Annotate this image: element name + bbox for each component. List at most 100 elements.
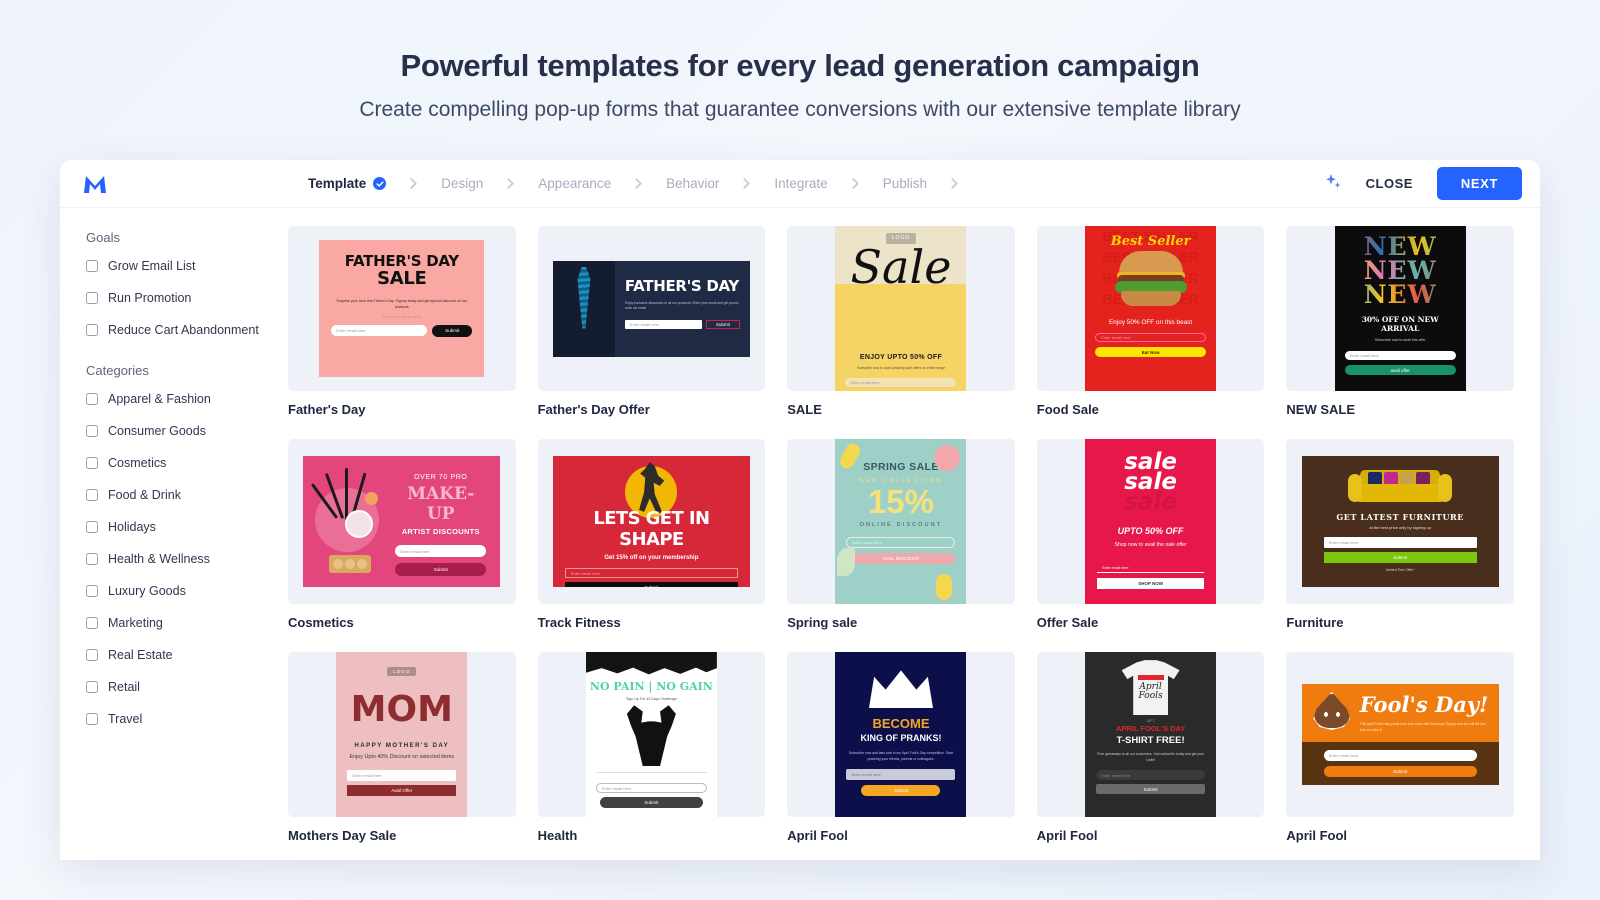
template-card[interactable]: FATHER'S DAY SALE Surprise your hero this … [288, 226, 516, 417]
category-filter-marketing[interactable]: Marketing [86, 616, 278, 630]
checkbox[interactable] [86, 457, 98, 469]
template-card[interactable]: NEW NEW NEW 30% OFF ON NEW ARRIVAL Subscribe… [1286, 226, 1514, 417]
template-thumbnail[interactable]: BECOME KING OF PRANKS! Subscribe now and t… [787, 652, 1015, 817]
goal-filter-run-promotion[interactable]: Run Promotion [86, 291, 278, 305]
template-grid-scroll[interactable]: FATHER'S DAY SALE Surprise your hero this … [278, 208, 1540, 860]
template-card[interactable]: April Fools GIFT APRIL FOOL'S DAY T-SHIRT FR… [1036, 652, 1265, 843]
email-input-preview: Enter email here [846, 769, 956, 781]
brand-logo-icon[interactable] [82, 173, 108, 195]
checkbox[interactable] [86, 393, 98, 405]
filters-sidebar: Goals Grow Email List Run Promotion Reduce… [60, 208, 278, 860]
category-filter-retail[interactable]: Retail [86, 680, 278, 694]
template-line-3: ARTIST DISCOUNTS [401, 527, 480, 536]
wizard-step-design[interactable]: Design [441, 176, 483, 191]
submit-button-preview: Submit [599, 797, 703, 808]
chevron-right-icon [850, 178, 861, 189]
submit-button-preview: Submit [1323, 552, 1477, 563]
email-input-preview: Enter email here [846, 537, 956, 549]
email-input-preview: Enter email here [395, 545, 487, 557]
category-filter-cosmetics[interactable]: Cosmetics [86, 456, 278, 470]
checkbox[interactable] [86, 617, 98, 629]
template-thumbnail[interactable]: LOGO Sale ENJOY UPTO 50% OFF Subscribe now … [787, 226, 1015, 391]
goal-filter-grow-email-list[interactable]: Grow Email List [86, 259, 278, 273]
category-filter-apparel-fashion[interactable]: Apparel & Fashion [86, 392, 278, 406]
checkbox[interactable] [86, 489, 98, 501]
template-thumbnail[interactable]: LOGO MOM HAPPY MOTHER'S DAY Enjoy Upto 40% … [288, 652, 516, 817]
template-thumbnail[interactable]: NEW NEW NEW 30% OFF ON NEW ARRIVAL Subscribe… [1286, 226, 1514, 391]
template-note: Enter your email to unlock [382, 314, 422, 319]
template-headline: Fool's Day! [1359, 692, 1489, 717]
goals-heading: Goals [86, 230, 120, 245]
template-gift-label: GIFT [1146, 719, 1155, 723]
template-card[interactable]: BEST SELLERBEST SELLERBEST SELLERBEST SE… [1036, 226, 1265, 417]
checkbox[interactable] [86, 292, 98, 304]
category-filter-consumer-goods[interactable]: Consumer Goods [86, 424, 278, 438]
category-filter-food-drink[interactable]: Food & Drink [86, 488, 278, 502]
template-card-title: Track Fitness [537, 615, 621, 630]
template-body: Free giveaways to all our customers. Jus… [1097, 752, 1205, 763]
template-card[interactable]: OVER 70 PRO MAKE-UP ARTIST DISCOUNTS Enter … [288, 439, 516, 630]
category-filter-luxury-goods[interactable]: Luxury Goods [86, 584, 278, 598]
wizard-step-behavior[interactable]: Behavior [666, 176, 719, 191]
template-card[interactable]: Fool's Day! This April Fool's day prank y… [1286, 652, 1514, 843]
template-card[interactable]: FATHER'S DAY Enjoy exclusive discounts on… [537, 226, 766, 417]
wizard-step-integrate[interactable]: Integrate [774, 176, 827, 191]
next-button[interactable]: NEXT [1436, 167, 1522, 200]
template-card[interactable]: NO PAIN | NO GAIN Sign Up For 42 Days Cha… [537, 652, 766, 843]
submit-button-preview: Submit [395, 563, 487, 576]
checkbox[interactable] [86, 713, 98, 725]
filter-label: Retail [108, 680, 140, 694]
filter-label: Cosmetics [108, 456, 167, 470]
template-thumbnail[interactable]: GET LATEST FURNITURE at the best price on… [1286, 439, 1514, 604]
email-input-preview: Enter email here [845, 378, 957, 387]
template-thumbnail[interactable]: NO PAIN | NO GAIN Sign Up For 42 Days Cha… [537, 652, 766, 817]
wizard-step-publish[interactable]: Publish [883, 176, 927, 191]
template-card[interactable]: LOGO Sale ENJOY UPTO 50% OFF Subscribe now … [787, 226, 1015, 417]
template-thumbnail[interactable]: sale sale sale UPTO 50% OFF Shop now to avai… [1036, 439, 1265, 604]
template-thumbnail[interactable]: Fool's Day! This April Fool's day prank y… [1286, 652, 1514, 817]
template-body: Subscribe now and take part in our April… [848, 751, 954, 762]
template-body: Shop now to avail the sale offer [1114, 542, 1187, 549]
template-card[interactable]: LETS GET IN SHAPE Get 15% off on your mem… [537, 439, 766, 630]
page-header: Powerful templates for every lead genera… [0, 0, 1600, 122]
template-thumbnail[interactable]: BEST SELLERBEST SELLERBEST SELLERBEST SE… [1036, 226, 1265, 391]
template-headline-2: KING OF PRANKS! [860, 733, 942, 743]
checkbox[interactable] [86, 324, 98, 336]
template-thumbnail[interactable]: FATHER'S DAY SALE Surprise your hero this … [288, 226, 516, 391]
template-line-1: OVER 70 PRO [414, 474, 468, 481]
template-card[interactable]: GET LATEST FURNITURE at the best price on… [1286, 439, 1514, 630]
goals-filter-list: Grow Email List Run Promotion Reduce Cart … [86, 259, 278, 337]
email-input-preview: Enter email here [347, 770, 457, 781]
wizard-step-appearance[interactable]: Appearance [538, 176, 611, 191]
wizard-step-template[interactable]: Template [308, 176, 387, 191]
template-script: Best Seller [1110, 234, 1191, 249]
category-filter-holidays[interactable]: Holidays [86, 520, 278, 534]
template-card[interactable]: BECOME KING OF PRANKS! Subscribe now and t… [787, 652, 1015, 843]
checkbox[interactable] [86, 681, 98, 693]
checkbox[interactable] [86, 649, 98, 661]
checkbox[interactable] [86, 585, 98, 597]
category-filter-health-wellness[interactable]: Health & Wellness [86, 552, 278, 566]
template-headline: HAPPY MOTHER'S DAY [354, 742, 450, 749]
template-card[interactable]: sale sale sale UPTO 50% OFF Shop now to avai… [1036, 439, 1265, 630]
category-filter-real-estate[interactable]: Real Estate [86, 648, 278, 662]
template-thumbnail[interactable]: OVER 70 PRO MAKE-UP ARTIST DISCOUNTS Enter … [288, 439, 516, 604]
checkbox[interactable] [86, 521, 98, 533]
close-button[interactable]: CLOSE [1360, 170, 1419, 197]
template-card[interactable]: SPRING SALE NEW COLLECTION 15% ONLINE DISCO… [787, 439, 1015, 630]
template-thumbnail[interactable]: SPRING SALE NEW COLLECTION 15% ONLINE DISCO… [787, 439, 1015, 604]
filter-label: Food & Drink [108, 488, 181, 502]
sparkle-icon[interactable] [1324, 173, 1342, 194]
goal-filter-reduce-cart-abandonment[interactable]: Reduce Cart Abandonment [86, 323, 278, 337]
template-card-title: Father's Day [288, 402, 366, 417]
template-headline: GET LATEST FURNITURE [1336, 512, 1465, 522]
template-thumbnail[interactable]: FATHER'S DAY Enjoy exclusive discounts on… [537, 226, 766, 391]
checkbox[interactable] [86, 260, 98, 272]
checkbox[interactable] [86, 425, 98, 437]
category-filter-travel[interactable]: Travel [86, 712, 278, 726]
template-card[interactable]: LOGO MOM HAPPY MOTHER'S DAY Enjoy Upto 40% … [288, 652, 516, 843]
template-thumbnail[interactable]: April Fools GIFT APRIL FOOL'S DAY T-SHIRT FR… [1036, 652, 1265, 817]
checkbox[interactable] [86, 553, 98, 565]
template-thumbnail[interactable]: LETS GET IN SHAPE Get 15% off on your mem… [537, 439, 766, 604]
page-subtitle: Create compelling pop-up forms that guar… [359, 98, 1241, 121]
